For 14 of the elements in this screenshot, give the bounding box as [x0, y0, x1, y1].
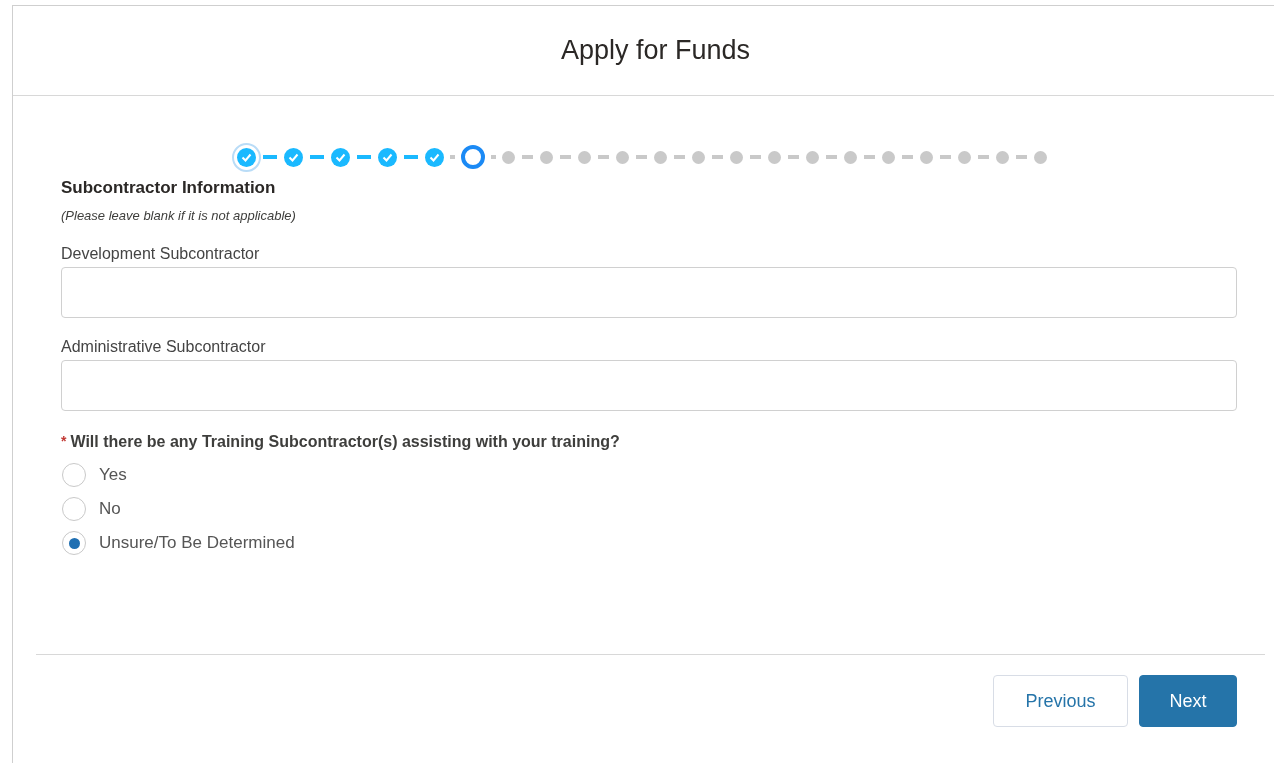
section-title: Subcontractor Information — [61, 178, 277, 198]
previous-button[interactable]: Previous — [993, 675, 1128, 727]
input-field[interactable] — [61, 360, 1237, 411]
question-label: Will there be any Training Subcontractor(s) assisting with your training? — [70, 433, 620, 451]
option-label[interactable]: No — [99, 499, 121, 519]
option-label[interactable]: Unsure/To Be Determined — [99, 533, 295, 553]
input-field[interactable] — [61, 267, 1237, 318]
option-label[interactable]: Yes — [99, 465, 127, 485]
section-note: (Please leave blank if it is not applicable) — [61, 208, 297, 223]
next-button[interactable]: Next — [1139, 675, 1237, 727]
field-label: Development Subcontractor — [61, 245, 261, 263]
field-label: Administrative Subcontractor — [61, 338, 267, 356]
required-mark: * — [61, 433, 67, 451]
window-title: Apply for Funds — [560, 35, 751, 66]
